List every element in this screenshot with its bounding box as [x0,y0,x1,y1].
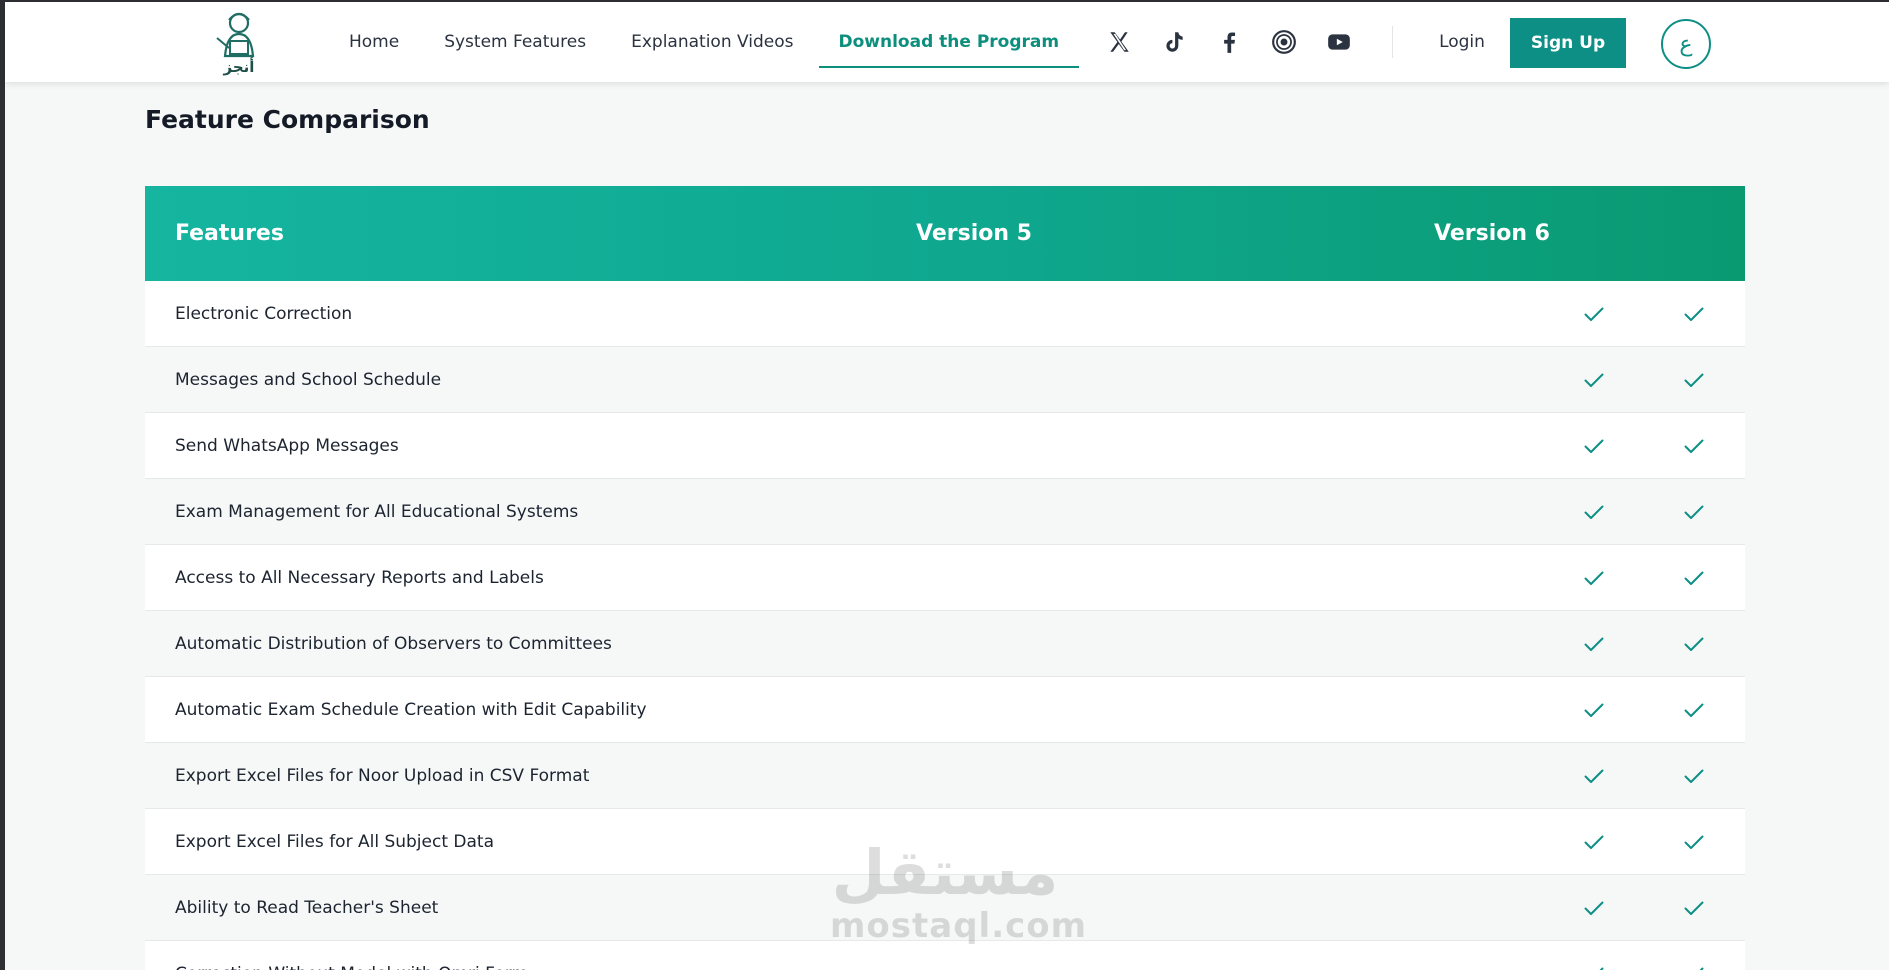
site-logo[interactable]: أنجز [203,8,275,78]
table-row: Messages and School Schedule [145,347,1745,413]
watermark-arabic: مستقل [831,836,1059,909]
tiktok-icon[interactable] [1160,28,1188,56]
version-6-check-icon [1682,830,1706,854]
column-header-features: Features [175,221,284,246]
version-6-check-icon [1682,896,1706,920]
version-5-check-icon [1582,962,1606,970]
feature-label: Electronic Correction [175,304,353,324]
window-frame-left [0,0,5,970]
version-6-check-icon [1682,566,1706,590]
table-row: Electronic Correction [145,281,1745,347]
version-5-check-icon [1582,368,1606,392]
section-title: Feature Comparison [145,105,430,134]
logo-text: أنجز [223,58,255,76]
social-links [1105,2,1380,82]
feature-label: Automatic Distribution of Observers to C… [175,634,612,654]
language-toggle-button[interactable]: ع [1661,19,1711,69]
feature-label: Messages and School Schedule [175,370,442,390]
youtube-icon[interactable] [1325,28,1353,56]
nav-explanation-videos[interactable]: Explanation Videos [631,2,793,82]
nav-download-program[interactable]: Download the Program [818,2,1079,82]
version-6-check-icon [1682,698,1706,722]
nav-divider [1392,26,1393,58]
version-5-check-icon [1582,302,1606,326]
version-6-check-icon [1682,962,1706,970]
version-5-check-icon [1582,896,1606,920]
table-row: Send WhatsApp Messages [145,413,1745,479]
facebook-icon[interactable] [1215,28,1243,56]
table-row: Automatic Exam Schedule Creation with Ed… [145,677,1745,743]
feature-label: Automatic Exam Schedule Creation with Ed… [175,700,647,720]
table-row: Exam Management for All Educational Syst… [145,479,1745,545]
table-row: Access to All Necessary Reports and Labe… [145,545,1745,611]
version-6-check-icon [1682,434,1706,458]
version-5-check-icon [1582,632,1606,656]
feature-label: Exam Management for All Educational Syst… [175,502,579,522]
feature-label: Correction Without Model with Omri Form [175,941,528,970]
version-6-check-icon [1682,368,1706,392]
table-row: Export Excel Files for Noor Upload in CS… [145,743,1745,809]
column-header-version-5: Version 5 [916,221,1032,246]
watermark: مستقل mostaql.com [830,836,1088,950]
signup-button[interactable]: Sign Up [1510,18,1626,68]
nav-system-features[interactable]: System Features [444,2,586,82]
version-5-check-icon [1582,434,1606,458]
version-6-check-icon [1682,302,1706,326]
version-5-check-icon [1582,830,1606,854]
version-6-check-icon [1682,764,1706,788]
feature-label: Export Excel Files for All Subject Data [175,832,494,852]
feature-label: Ability to Read Teacher's Sheet [175,898,439,918]
table-row: Automatic Distribution of Observers to C… [145,611,1745,677]
version-5-check-icon [1582,764,1606,788]
feature-label: Export Excel Files for Noor Upload in CS… [175,766,590,786]
column-header-version-6: Version 6 [1434,221,1550,246]
feature-label: Access to All Necessary Reports and Labe… [175,568,544,588]
x-icon[interactable] [1105,28,1133,56]
version-6-check-icon [1682,500,1706,524]
version-5-check-icon [1582,698,1606,722]
login-button[interactable]: Login [1417,2,1507,82]
main-nav: Home System Features Explanation Videos … [349,2,1104,82]
feature-label: Send WhatsApp Messages [175,436,399,456]
nav-home[interactable]: Home [349,2,399,82]
version-5-check-icon [1582,500,1606,524]
top-navbar: أنجز Home System Features Explanation Vi… [5,2,1889,82]
version-6-check-icon [1682,632,1706,656]
watermark-latin: mostaql.com [830,906,1088,946]
table-header: Features Version 5 Version 6 [145,186,1745,281]
version-5-check-icon [1582,566,1606,590]
snapchat-icon[interactable] [1270,28,1298,56]
